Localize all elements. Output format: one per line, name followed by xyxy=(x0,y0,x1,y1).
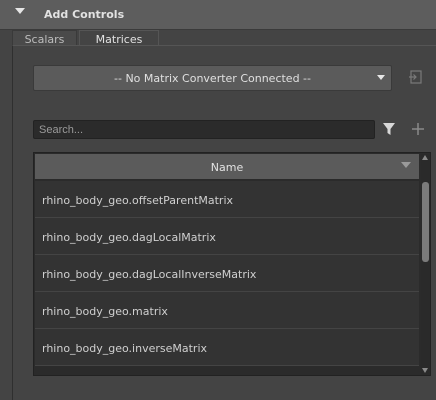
matrix-converter-dropdown[interactable]: -- No Matrix Converter Connected -- xyxy=(33,65,392,91)
triangle-down-icon[interactable] xyxy=(15,8,25,14)
tab-scalars[interactable]: Scalars xyxy=(12,30,77,46)
table-row[interactable]: rhino_body_geo.dagLocalMatrix xyxy=(35,218,419,255)
matrix-converter-selected: -- No Matrix Converter Connected -- xyxy=(114,72,311,85)
scroll-up-icon[interactable] xyxy=(422,155,428,160)
table-row[interactable]: rhino_body_geo.matrix xyxy=(35,292,419,329)
attribute-table: Name rhino_body_geo.offsetParentMatrix r… xyxy=(33,152,431,376)
section-title: Add Controls xyxy=(44,8,125,21)
table-row[interactable]: rhino_body_geo.offsetParentMatrix xyxy=(35,181,419,218)
table-row[interactable]: rhino_body_geo.dagLocalInverseMatrix xyxy=(35,255,419,292)
chevron-down-icon xyxy=(377,75,385,80)
scroll-down-icon[interactable] xyxy=(422,368,428,373)
table-row[interactable]: rhino_body_geo.inverseMatrix xyxy=(35,329,419,366)
search-input[interactable] xyxy=(33,120,375,139)
table-rows: rhino_body_geo.offsetParentMatrix rhino_… xyxy=(35,181,419,375)
section-header[interactable]: Add Controls xyxy=(0,0,436,30)
sort-down-icon[interactable] xyxy=(401,162,411,168)
import-icon[interactable] xyxy=(408,70,422,84)
filter-icon[interactable] xyxy=(381,121,397,137)
table-header[interactable]: Name xyxy=(35,154,419,180)
column-name[interactable]: Name xyxy=(35,161,419,174)
tab-bar: Scalars Matrices xyxy=(12,30,432,46)
plus-icon[interactable] xyxy=(410,121,426,137)
scroll-thumb[interactable] xyxy=(422,182,429,262)
tab-matrices[interactable]: Matrices xyxy=(79,30,159,46)
table-scrollbar[interactable] xyxy=(421,154,430,375)
